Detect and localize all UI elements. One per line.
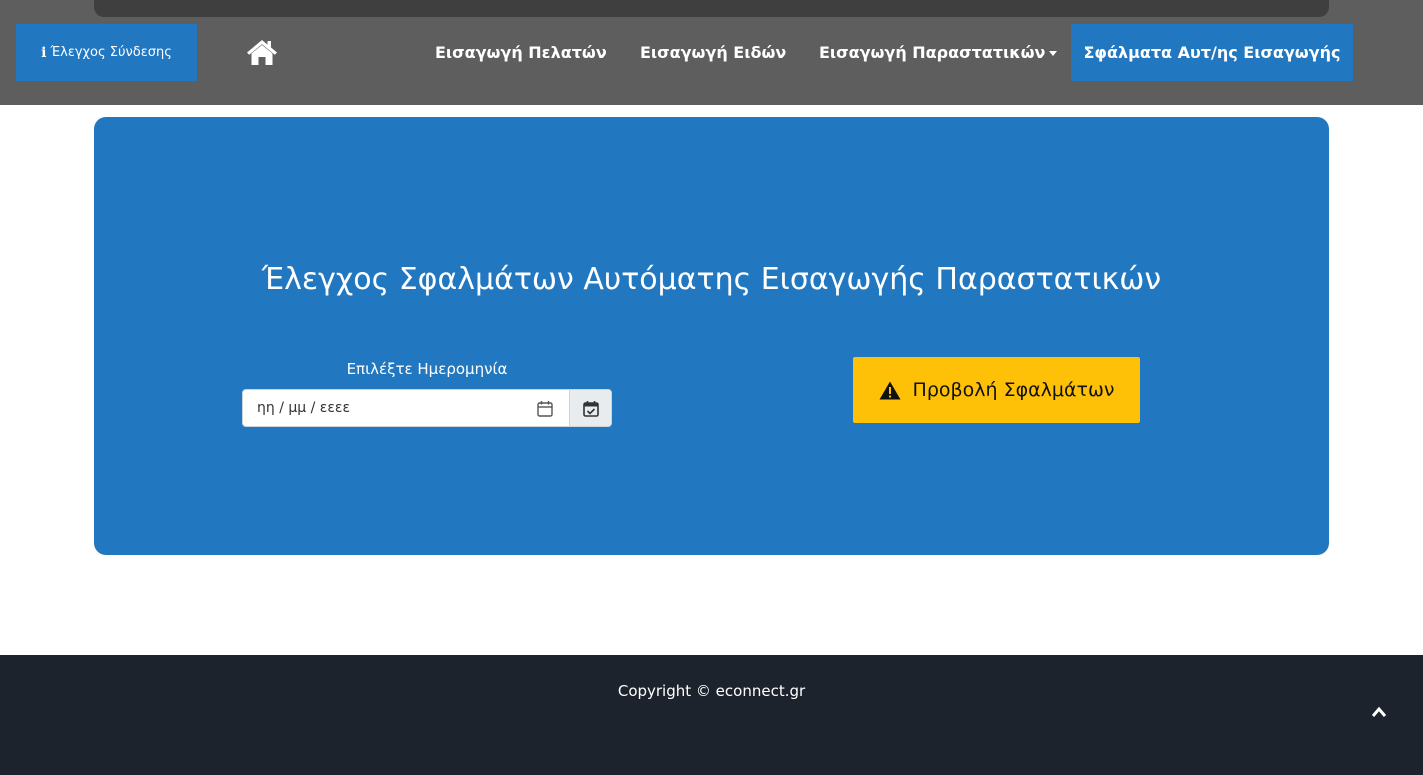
calendar-check-icon [582,400,599,417]
nav-auto-import-errors[interactable]: Σφάλματα Αυτ/ης Εισαγωγής [1071,24,1353,81]
connection-check-button[interactable]: i Έλεγχος Σύνδεσης [16,24,197,81]
nav-customers-label: Εισαγωγή Πελατών [435,43,607,62]
calendar-icon[interactable] [537,400,553,417]
date-placeholder: ηη / μμ / εεεε [257,400,351,416]
chevron-up-icon [1371,706,1387,717]
date-picker-group: ηη / μμ / εεεε [242,389,612,427]
page-title: Έλεγχος Σφαλμάτων Αυτόματης Εισαγωγής Πα… [261,262,1162,297]
calendar-check-addon[interactable] [570,389,612,427]
show-errors-label: Προβολή Σφαλμάτων [912,379,1115,401]
date-label: Επιλέξτε Ημερομηνία [346,360,508,378]
nav-auto-import-errors-label: Σφάλματα Αυτ/ης Εισαγωγής [1083,43,1341,62]
home-icon [247,40,277,65]
date-input[interactable]: ηη / μμ / εεεε [242,389,570,427]
connection-check-label: Έλεγχος Σύνδεσης [50,45,172,60]
nav-documents-dropdown[interactable]: Εισαγωγή Παραστατικών [819,24,1058,81]
top-navbar: i Έλεγχος Σύνδεσης Εισαγωγή Πελατών Εισα… [0,0,1423,105]
nav-items-import[interactable]: Εισαγωγή Ειδών [640,24,786,81]
nav-documents-label: Εισαγωγή Παραστατικών [819,43,1046,62]
copyright-text: Copyright © econnect.gr [617,682,806,700]
navbar-top-strip [94,0,1329,17]
caret-down-icon [1049,51,1058,56]
warning-icon [879,381,901,399]
home-link[interactable] [246,38,278,66]
info-icon: i [41,44,47,61]
footer [0,655,1423,775]
show-errors-button[interactable]: Προβολή Σφαλμάτων [853,357,1140,423]
main-panel [94,117,1329,555]
back-to-top-button[interactable] [1355,688,1403,736]
nav-customers-import[interactable]: Εισαγωγή Πελατών [435,24,607,81]
nav-items-label: Εισαγωγή Ειδών [640,43,787,62]
